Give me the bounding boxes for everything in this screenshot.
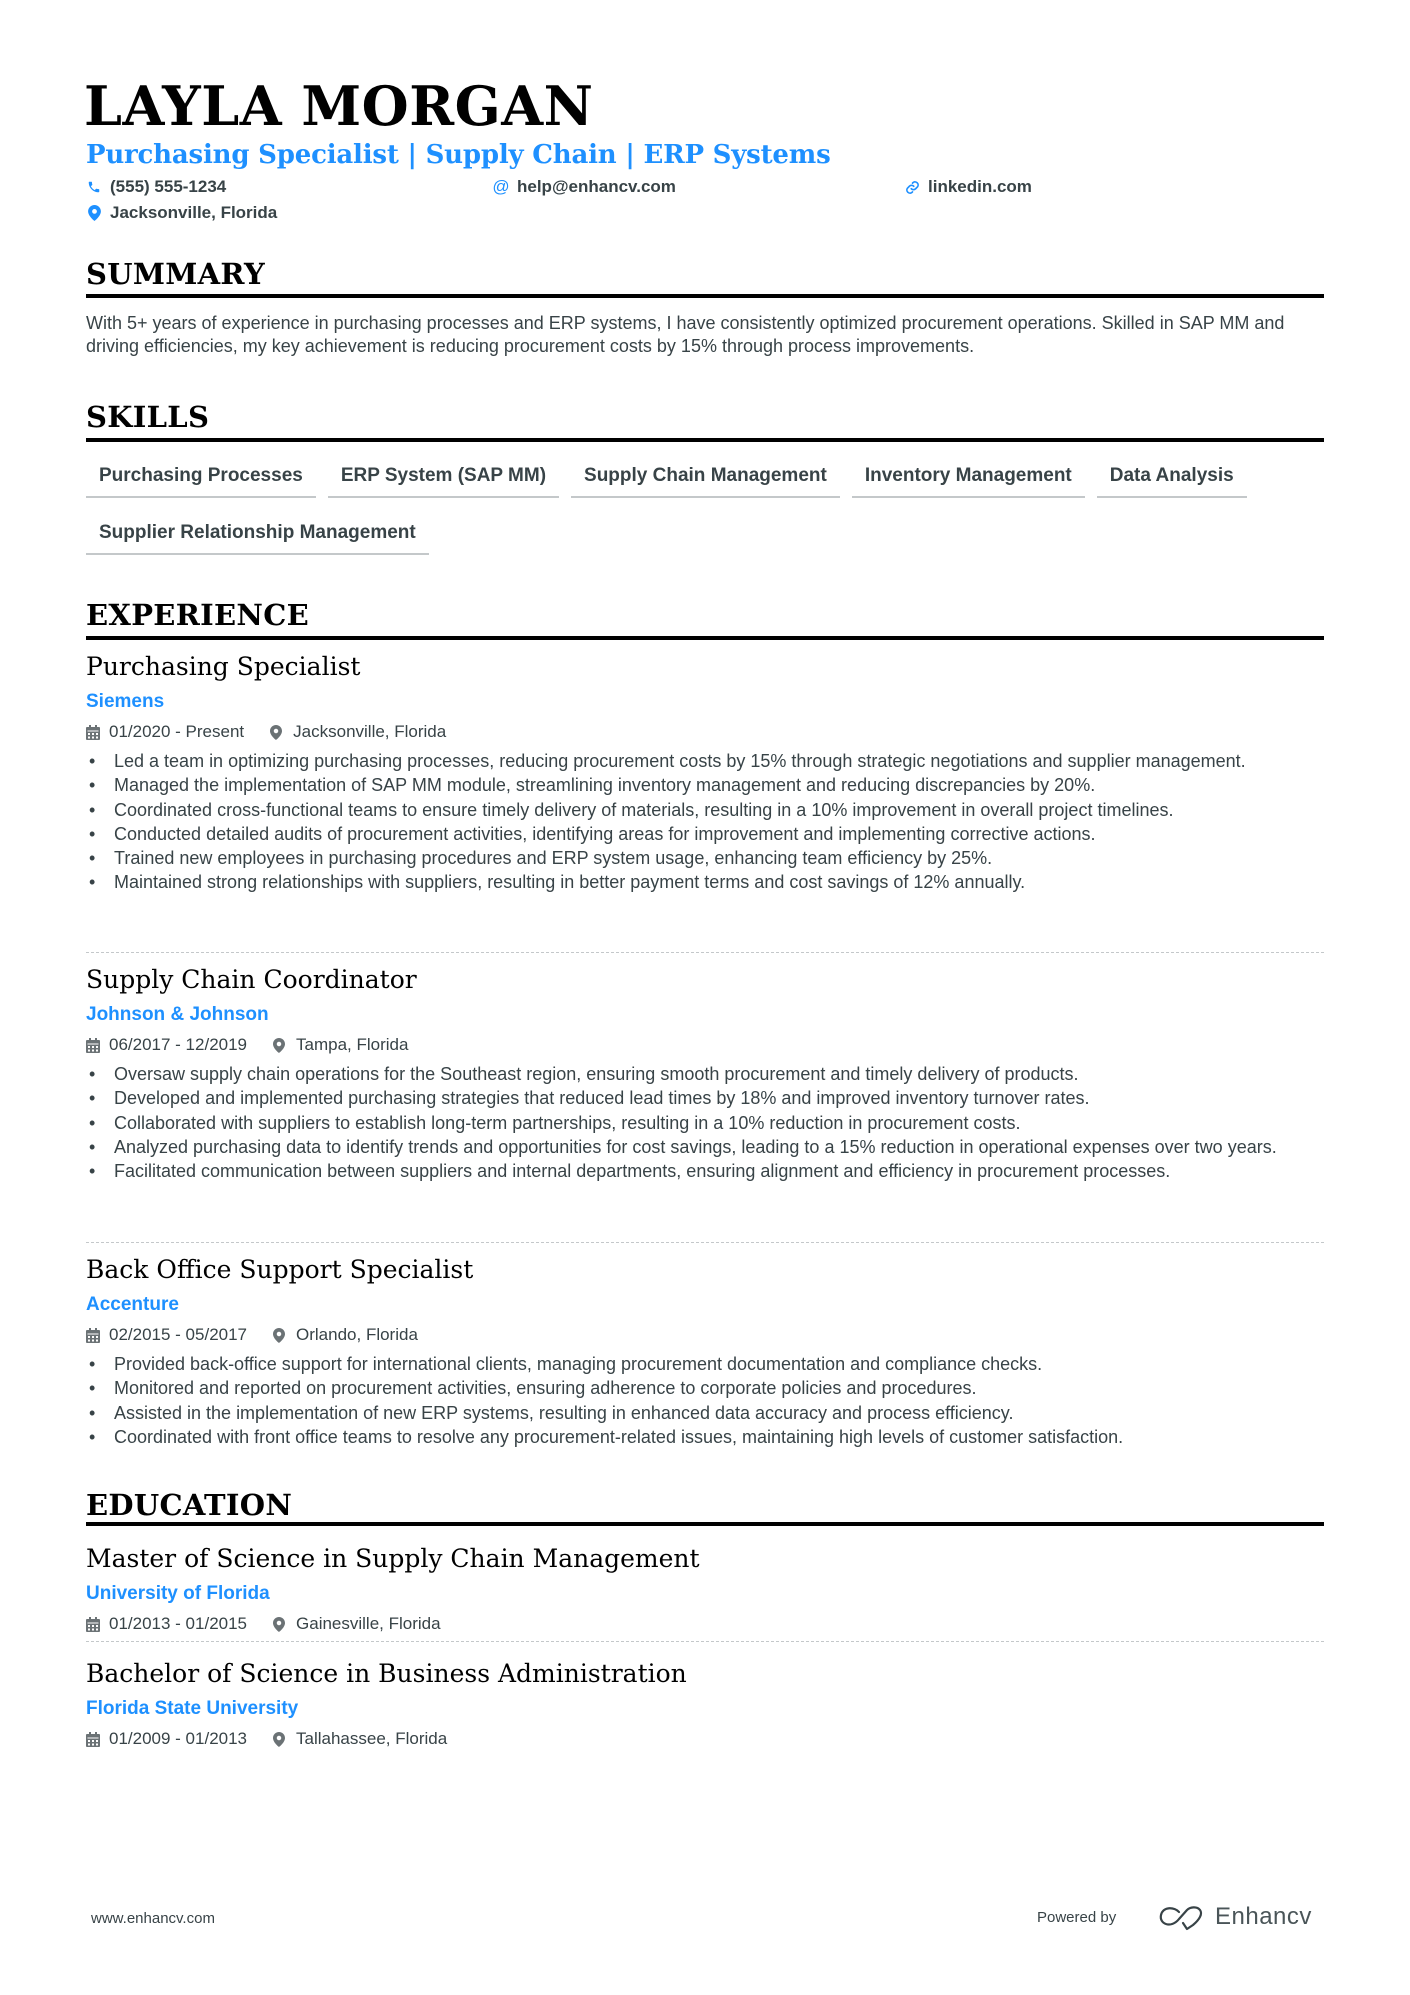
job-location: Tampa, Florida [296, 1035, 409, 1054]
job-divider [86, 952, 1324, 953]
calendar-icon [86, 1037, 101, 1053]
experience-heading: EXPERIENCE [86, 598, 309, 632]
calendar-icon [86, 724, 101, 740]
bullet-item: • Trained new employees in purchasing pro… [89, 848, 993, 869]
summary-heading: SUMMARY [86, 257, 265, 291]
location-text: Jacksonville, Florida [110, 203, 278, 222]
skills-rule [86, 438, 1324, 442]
job-dates: 06/2017 - 12/2019 [109, 1035, 248, 1054]
skill-tag: Inventory Management [851, 464, 1085, 498]
skills-list: Purchasing Processes ERP System (SAP MM)… [86, 464, 1336, 555]
contact-location: Jacksonville, Florida [86, 202, 277, 224]
skills-heading: SKILLS [86, 400, 210, 434]
phone-icon [86, 179, 102, 195]
job-dates: 01/2020 - Present [109, 722, 245, 741]
school-name: Florida State University [86, 1698, 299, 1719]
experience-rule [86, 636, 1324, 640]
school-name: University of Florida [86, 1583, 270, 1604]
company-name: Johnson & Johnson [86, 1004, 269, 1025]
map-pin-icon [86, 205, 102, 221]
job-dates: 02/2015 - 05/2017 [109, 1325, 248, 1344]
candidate-headline: Purchasing Specialist | Supply Chain | E… [86, 140, 831, 170]
bullet-item: • Analyzed purchasing data to identify tr… [89, 1136, 1277, 1157]
job-meta: 01/2020 - Present Jacksonville, Florida [86, 721, 446, 743]
map-pin-icon [270, 724, 285, 740]
bullet-item: • Developed and implemented purchasing st… [89, 1088, 1090, 1109]
summary-text: With 5+ years of experience in purchasin… [86, 313, 1285, 356]
bullet-item: • Assisted in the implementation of new E… [89, 1402, 1014, 1423]
degree-title: Master of Science in Supply Chain Manage… [86, 1544, 700, 1573]
map-pin-icon [273, 1616, 288, 1632]
company-name: Accenture [86, 1294, 179, 1315]
enhancv-logo-icon [1157, 1905, 1207, 1936]
map-pin-icon [273, 1731, 288, 1747]
job-meta: 02/2015 - 05/2017 Orlando, Florida [86, 1324, 418, 1346]
bullet-item: • Maintained strong relationships with su… [89, 872, 1026, 893]
phone-text: (555) 555-1234 [110, 177, 227, 196]
calendar-icon [86, 1327, 101, 1343]
footer-website[interactable]: www.enhancv.com [91, 1909, 215, 1929]
email-link[interactable]: help@enhancv.com [517, 176, 676, 198]
education-divider [86, 1641, 1324, 1642]
job-location: Jacksonville, Florida [293, 722, 447, 741]
link-icon [904, 179, 920, 195]
bullet-item: • Provided back-office support for intern… [89, 1354, 1043, 1374]
bullet-item: • Monitored and reported on procurement a… [89, 1378, 977, 1399]
bullet-item: • Oversaw supply chain operations for the… [89, 1064, 1079, 1084]
contact-phone: (555) 555-1234 [86, 176, 226, 198]
education-location: Tallahassee, Florida [296, 1729, 448, 1748]
candidate-name: LAYLA MORGAN [84, 74, 594, 138]
education-meta: 01/2013 - 01/2015 Gainesville, Florida [86, 1613, 441, 1635]
bullet-item: • Conducted detailed audits of procuremen… [89, 823, 1096, 844]
job-bullets: • Oversaw supply chain operations for the… [86, 1062, 1326, 1183]
degree-title: Bachelor of Science in Business Administ… [86, 1659, 687, 1688]
education-location: Gainesville, Florida [296, 1614, 441, 1633]
education-rule [86, 1522, 1324, 1526]
education-heading: EDUCATION [86, 1488, 293, 1522]
bullet-item: • Collaborated with suppliers to establis… [89, 1112, 1021, 1133]
job-location: Orlando, Florida [296, 1325, 418, 1344]
bullet-item: • Coordinated cross-functional teams to e… [89, 799, 1174, 820]
company-name: Siemens [86, 691, 165, 712]
calendar-icon [86, 1616, 101, 1632]
at-icon: @ [492, 177, 510, 196]
job-title: Purchasing Specialist [86, 652, 361, 681]
map-pin-icon [273, 1327, 288, 1343]
job-bullets: • Led a team in optimizing purchasing pro… [86, 749, 1326, 895]
bullet-item: • Managed the implementation of SAP MM mo… [89, 775, 1096, 796]
job-title: Back Office Support Specialist [86, 1255, 474, 1284]
education-meta: 01/2009 - 01/2013 Tallahassee, Florida [86, 1728, 447, 1750]
bullet-item: • Facilitated communication between suppl… [89, 1161, 1171, 1182]
bullet-item: • Led a team in optimizing purchasing pro… [89, 751, 1246, 771]
calendar-icon [86, 1731, 101, 1747]
contact-website[interactable]: linkedin.com [904, 176, 1032, 198]
footer-brand: Enhancv [1215, 1903, 1312, 1930]
job-meta: 06/2017 - 12/2019 Tampa, Florida [86, 1034, 408, 1056]
job-bullets: • Provided back-office support for intern… [86, 1352, 1326, 1449]
skill-tag: Supply Chain Management [571, 464, 840, 498]
website-link[interactable]: linkedin.com [928, 176, 1032, 198]
skill-tag: Supplier Relationship Management [86, 521, 429, 555]
skill-tag: ERP System (SAP MM) [327, 464, 560, 498]
footer-powered-by: Powered by [1037, 1909, 1117, 1926]
summary-rule [86, 294, 1324, 298]
job-divider [86, 1242, 1324, 1243]
job-title: Supply Chain Coordinator [86, 965, 417, 994]
bullet-item: • Coordinated with front office teams to … [89, 1426, 1124, 1447]
skill-tag: Purchasing Processes [86, 464, 316, 498]
skill-tag: Data Analysis [1096, 464, 1247, 498]
education-dates: 01/2013 - 01/2015 [109, 1614, 248, 1633]
map-pin-icon [273, 1037, 288, 1053]
education-dates: 01/2009 - 01/2013 [109, 1729, 248, 1748]
contact-email[interactable]: @ help@enhancv.com [492, 176, 676, 198]
